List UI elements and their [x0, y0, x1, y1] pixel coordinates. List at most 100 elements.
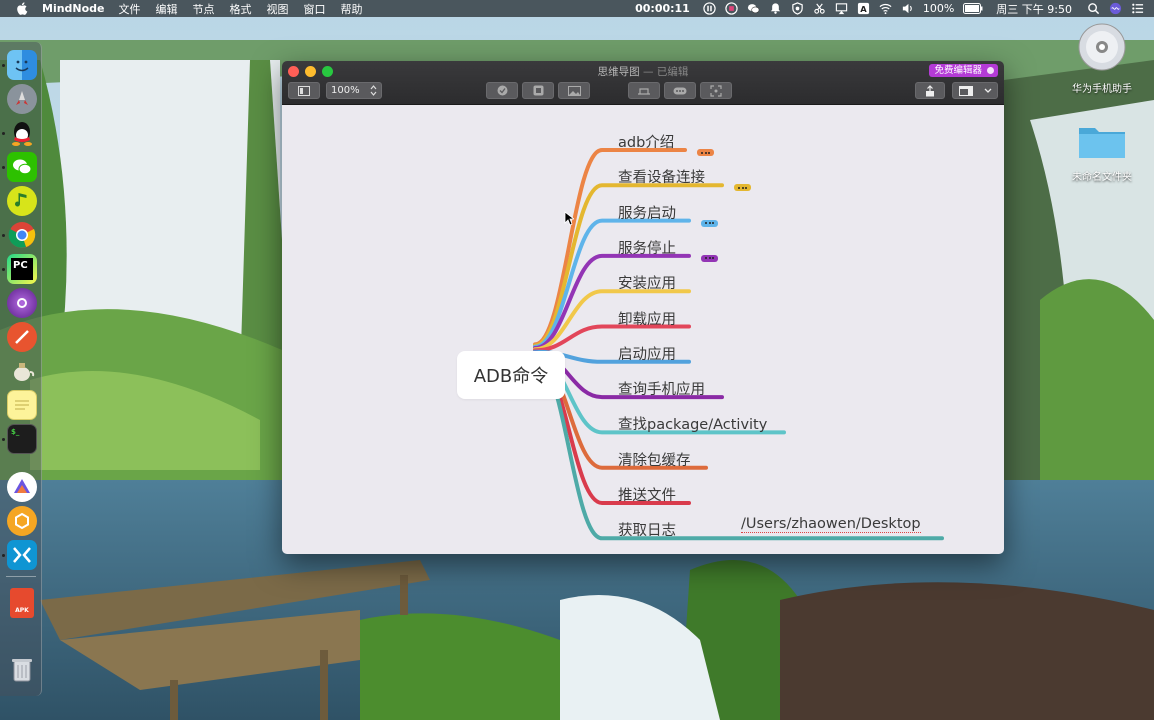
mindmap-branch-node[interactable]: 查询手机应用	[618, 378, 705, 399]
ellipsis-icon	[673, 87, 687, 94]
free-editor-label: 免费编辑器	[934, 65, 982, 76]
sticker-icon	[533, 85, 543, 96]
launchpad-icon[interactable]	[7, 84, 37, 114]
node-note-path[interactable]: /Users/zhaowen/Desktop	[741, 516, 921, 533]
zoom-select[interactable]: 100%	[326, 82, 382, 99]
airplay-icon[interactable]	[835, 2, 848, 15]
apk-icon[interactable]: APK	[10, 588, 34, 618]
menu-format[interactable]: 格式	[230, 1, 252, 17]
mindmap-branch-node[interactable]: adb介绍	[618, 131, 674, 152]
menu-file[interactable]: 文件	[119, 1, 141, 17]
menu-help[interactable]: 帮助	[341, 1, 363, 17]
menu-node[interactable]: 节点	[193, 1, 215, 17]
app-menu[interactable]: MindNode	[42, 2, 105, 15]
spotlight-search-icon[interactable]	[1087, 2, 1100, 15]
svg-text:A: A	[860, 4, 867, 14]
volume-icon[interactable]	[901, 2, 914, 15]
teapot-icon[interactable]	[7, 356, 37, 386]
window-titlebar[interactable]: 思维导图 — 已编辑 免费编辑器 100%	[282, 61, 1004, 105]
qq-icon[interactable]	[7, 118, 37, 148]
sidebar-toggle-button[interactable]	[288, 82, 320, 99]
mindnode-window: 思维导图 — 已编辑 免费编辑器 100% ADB命令 /Users/zhaow…	[282, 61, 1004, 554]
menu-view[interactable]: 视图	[267, 1, 289, 17]
disc-icon	[1078, 23, 1126, 71]
sidebar-icon	[298, 85, 310, 96]
input-method-icon[interactable]: A	[857, 2, 870, 15]
pycharm-label: PC	[11, 258, 33, 280]
note-indicator-icon[interactable]	[701, 254, 718, 262]
apk-label: APK	[15, 606, 29, 614]
app4-icon[interactable]	[7, 540, 37, 570]
inspector-icon	[959, 85, 973, 96]
shield-icon[interactable]	[791, 2, 804, 15]
mindmap-branch-node[interactable]: 获取日志	[618, 519, 676, 540]
mindmap-branch-node[interactable]: 服务启动	[618, 202, 676, 223]
task-button[interactable]	[486, 82, 518, 99]
menu-bar: MindNode 文件 编辑 节点 格式 视图 窗口 帮助 00:00:11 A…	[0, 0, 1154, 17]
mindmap-canvas[interactable]: ADB命令 /Users/zhaowen/Desktop adb介绍查看设备连接…	[282, 105, 1004, 554]
mindmap-branch-node[interactable]: 清除包缓存	[618, 449, 691, 470]
mindmap-branch-node[interactable]: 启动应用	[618, 343, 676, 364]
image-button[interactable]	[558, 82, 590, 99]
more-button[interactable]	[664, 82, 696, 99]
checkmark-circle-icon	[497, 85, 507, 96]
desktop-icon-huawei[interactable]: 华为手机助手	[1062, 22, 1142, 95]
battery-icon[interactable]	[963, 3, 983, 14]
mindmap-branch-node[interactable]: 查看设备连接	[618, 166, 705, 187]
folder-icon	[1079, 128, 1125, 158]
info-icon	[987, 67, 994, 74]
mindmap-branch-node[interactable]: 安装应用	[618, 272, 676, 293]
mindmap-branch-node[interactable]: 推送文件	[618, 484, 676, 505]
mindmap-branch-node[interactable]: 查找package/Activity	[618, 413, 767, 434]
inspector-button[interactable]	[952, 82, 998, 99]
wechat-icon[interactable]	[7, 152, 37, 182]
mouse-cursor-icon	[564, 211, 574, 226]
siri-icon[interactable]	[1109, 2, 1122, 15]
scissors-icon[interactable]	[813, 2, 826, 15]
dock: PC $_ APK	[0, 42, 42, 696]
trash-icon[interactable]	[7, 654, 37, 684]
menu-window[interactable]: 窗口	[304, 1, 326, 17]
app-icon[interactable]	[7, 288, 37, 318]
focus-button[interactable]	[700, 82, 732, 99]
chevron-down-icon	[984, 88, 992, 93]
share-icon	[926, 84, 934, 96]
apple-menu-icon[interactable]	[16, 2, 28, 15]
cross-connection-button[interactable]	[628, 82, 660, 99]
zoom-level: 100%	[331, 85, 360, 96]
notification-center-icon[interactable]	[1131, 2, 1144, 15]
mindmap-branch-line	[533, 355, 944, 541]
sticker-button[interactable]	[522, 82, 554, 99]
wechat-icon[interactable]	[747, 2, 760, 15]
menu-edit[interactable]: 编辑	[156, 1, 178, 17]
note-indicator-icon[interactable]	[701, 219, 718, 227]
mindmap-branch-node[interactable]: 服务停止	[618, 237, 676, 258]
root-node-label: ADB命令	[473, 366, 549, 387]
wifi-icon[interactable]	[879, 2, 892, 15]
mindmap-branch-node[interactable]: 卸载应用	[618, 308, 676, 329]
mindmap-root-node[interactable]: ADB命令	[457, 351, 565, 399]
path-note-text: /Users/zhaowen/Desktop	[741, 516, 921, 533]
window-title: 思维导图 — 已编辑	[282, 64, 1004, 79]
chrome-icon[interactable]	[7, 220, 37, 250]
desktop-icon-folder[interactable]: 未命名文件夹	[1062, 122, 1142, 183]
note-indicator-icon[interactable]	[734, 184, 751, 192]
app3-icon[interactable]	[7, 506, 37, 536]
pause-icon[interactable]	[703, 2, 716, 15]
safari-icon[interactable]	[7, 322, 37, 352]
finder-icon[interactable]	[7, 50, 37, 80]
music-icon[interactable]	[7, 186, 37, 216]
share-button[interactable]	[915, 82, 945, 99]
menubar-clock[interactable]: 周三 下午 9:50	[996, 1, 1072, 17]
app2-icon[interactable]	[7, 472, 37, 502]
record-stop-icon[interactable]	[725, 2, 738, 15]
notification-bell-icon[interactable]	[769, 2, 782, 15]
free-editor-badge[interactable]: 免费编辑器	[929, 64, 998, 77]
note-indicator-icon[interactable]	[697, 149, 714, 156]
connection-icon	[638, 87, 650, 95]
desktop-icon-label: 华为手机助手	[1072, 84, 1132, 95]
recording-timer: 00:00:11	[635, 2, 690, 15]
pycharm-icon[interactable]: PC	[7, 254, 37, 284]
notes-icon[interactable]	[7, 390, 37, 420]
terminal-icon[interactable]: $_	[7, 424, 37, 454]
